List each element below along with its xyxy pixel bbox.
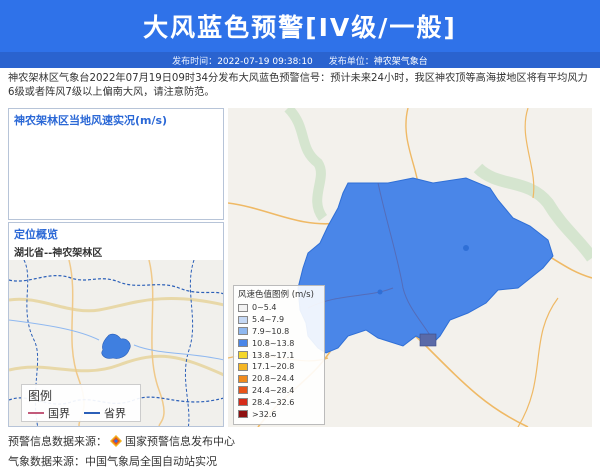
scale-label: >32.6 — [252, 409, 277, 419]
scale-row: 24.4~28.4 — [238, 385, 320, 397]
scale-label: 5.4~7.9 — [252, 315, 285, 325]
scale-legend-title: 风速色值图例 (m/s) — [238, 290, 314, 300]
scale-swatch — [238, 362, 248, 371]
warning-source-label: 预警信息数据来源： — [8, 435, 107, 448]
scale-label: 7.9~10.8 — [252, 326, 290, 336]
issuer-value: 神农架气象台 — [373, 56, 428, 67]
scale-label: 24.4~28.4 — [252, 385, 295, 395]
warning-page: 大风蓝色预警[IV级/一般] 发布时间：2022-07-19 09:38:10 … — [0, 0, 600, 471]
scale-row: 13.8~17.1 — [238, 349, 320, 361]
warning-banner: 大风蓝色预警[IV级/一般] — [0, 0, 600, 52]
overview-legend-row: 国界 省界 — [28, 405, 134, 421]
scale-row: 10.8~13.8 — [238, 337, 320, 349]
location-overview-subtitle: 湖北省--神农架林区 — [14, 248, 103, 259]
province-border-swatch — [84, 412, 100, 414]
scale-row: 28.4~32.6 — [238, 396, 320, 408]
scale-row: 5.4~7.9 — [238, 314, 320, 326]
weather-source-value: 中国气象局全国自动站实况 — [85, 455, 217, 468]
scale-label: 13.8~17.1 — [252, 350, 295, 360]
scale-swatch — [238, 374, 248, 383]
scale-row: 0~5.4 — [238, 302, 320, 314]
scale-row: >32.6 — [238, 408, 320, 420]
footer-warning-source: 预警信息数据来源： 国家预警信息发布中心 — [8, 433, 235, 449]
scale-row: 7.9~10.8 — [238, 326, 320, 338]
scale-swatch — [238, 398, 248, 407]
scale-swatch — [238, 327, 248, 336]
scale-label: 17.1~20.8 — [252, 362, 295, 372]
scale-swatch — [238, 410, 248, 419]
scale-swatch — [238, 303, 248, 312]
scale-label: 0~5.4 — [252, 303, 277, 313]
publish-time-value: 2022-07-19 09:38:10 — [217, 56, 313, 67]
scale-label: 28.4~32.6 — [252, 397, 295, 407]
issuer-label: 发布单位： — [328, 56, 374, 67]
legend-item-national-border: 国界 — [28, 405, 70, 421]
location-overview-title: 定位概览 — [14, 228, 58, 241]
overview-legend: 图例 国界 省界 — [21, 384, 141, 422]
scale-swatch — [238, 315, 248, 324]
wind-speed-panel-title: 神农架林区当地风速实况(m/s) — [14, 114, 168, 127]
scale-swatch — [238, 351, 248, 360]
weather-source-label: 气象数据来源： — [8, 455, 85, 468]
wind-speed-panel: 神农架林区当地风速实况(m/s) — [8, 108, 224, 220]
warning-center-logo-icon — [110, 435, 122, 447]
scale-swatch — [238, 339, 248, 348]
scale-swatch — [238, 386, 248, 395]
warning-title: 大风蓝色预警[IV级/一般] — [143, 13, 457, 42]
national-border-swatch — [28, 412, 44, 414]
location-overview-panel: 定位概览 湖北省--神农架林区 图例 国界 省界 — [8, 222, 224, 427]
national-border-label: 国界 — [48, 407, 70, 420]
warning-source-value[interactable]: 国家预警信息发布中心 — [125, 433, 235, 449]
publish-time-label: 发布时间： — [172, 56, 218, 67]
overview-legend-title: 图例 — [28, 389, 53, 403]
wind-speed-scale-legend: 风速色值图例 (m/s) 0~5.4 5.4~7.9 7.9~10.8 10.8… — [233, 285, 325, 425]
scale-row: 20.8~24.4 — [238, 373, 320, 385]
warning-notice-text: 神农架林区气象台2022年07月19日09时34分发布大风蓝色预警信号：预计未来… — [8, 73, 588, 98]
publish-meta-bar: 发布时间：2022-07-19 09:38:10 发布单位：神农架气象台 — [0, 52, 600, 68]
footer-weather-data-source: 气象数据来源：中国气象局全国自动站实况 — [8, 453, 217, 469]
legend-item-province-border: 省界 — [84, 405, 126, 421]
scale-row: 17.1~20.8 — [238, 361, 320, 373]
issuer: 发布单位：神农架气象台 — [329, 54, 428, 67]
scale-label: 20.8~24.4 — [252, 374, 295, 384]
publish-time: 发布时间：2022-07-19 09:38:10 — [172, 54, 313, 67]
province-border-label: 省界 — [104, 407, 126, 420]
scale-label: 10.8~13.8 — [252, 338, 295, 348]
